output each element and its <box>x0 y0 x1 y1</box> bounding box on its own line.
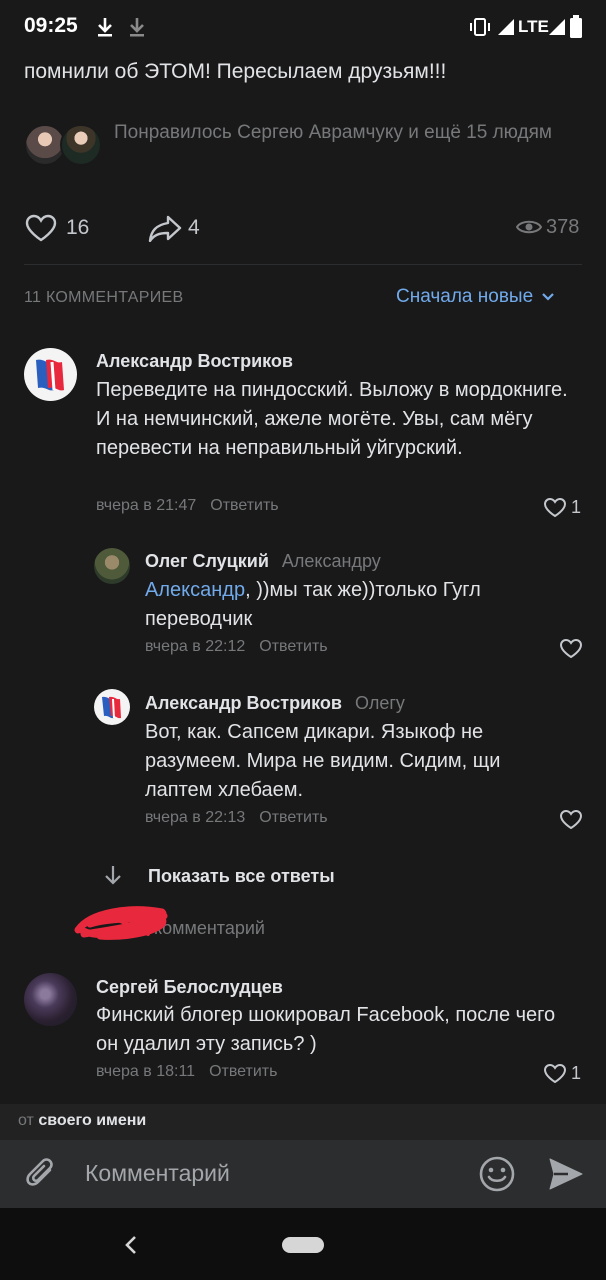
comment-time: вчера в 22:13 <box>145 809 246 826</box>
likes-count: 16 <box>66 216 90 239</box>
comment-time: вчера в 21:47 <box>96 497 197 514</box>
from-prefix: от <box>18 1112 34 1129</box>
signal-icon <box>498 19 514 35</box>
from-name: своего имени <box>38 1112 147 1129</box>
status-time: 09:25 <box>24 14 78 37</box>
post-as-selector[interactable]: от своего имени <box>18 1112 146 1130</box>
home-pill[interactable] <box>282 1237 324 1253</box>
mention-link[interactable]: Александр <box>145 579 245 601</box>
comment-text: Переведите на пиндосский. Выложу в мордо… <box>96 379 568 459</box>
shares-count: 4 <box>188 216 200 239</box>
heart-icon[interactable] <box>559 809 583 830</box>
comment-text: Вот, как. Сапсем дикари. Языкоф не разум… <box>145 721 501 801</box>
comment-input[interactable]: Комментарий <box>85 1160 230 1187</box>
liked-by-text[interactable]: Понравилось Сергею Аврамчуку и ещё 15 лю… <box>114 120 554 145</box>
views-count: 378 <box>546 216 580 238</box>
comment-time: вчера в 18:11 <box>96 1063 196 1080</box>
heart-icon[interactable] <box>543 1063 567 1084</box>
comment-author-line: Олег Слуцкий Александру <box>145 551 381 572</box>
comment-likes-count: 1 <box>571 497 582 517</box>
comment-author[interactable]: Александр Востриков <box>96 351 293 372</box>
red-scribble <box>74 906 168 940</box>
arrow-down-icon <box>105 866 121 885</box>
reply-button[interactable]: Ответить <box>209 1063 277 1080</box>
avatar[interactable] <box>94 548 130 584</box>
comment-author[interactable]: Сергей Белослудцев <box>96 977 283 998</box>
reply-to[interactable]: Олегу <box>355 693 405 713</box>
send-icon[interactable] <box>548 1157 584 1191</box>
comment-text: Александр, ))мы так же))только Гугл пере… <box>145 576 555 634</box>
reply-button[interactable]: Ответить <box>259 638 327 655</box>
heart-icon[interactable] <box>543 497 567 518</box>
comment-meta: вчера в 22:13 Ответить <box>145 809 328 827</box>
comment-author-line: Александр Востриков Олегу <box>145 693 405 714</box>
reply-to[interactable]: Александру <box>282 551 381 571</box>
divider <box>24 264 582 265</box>
comment-meta: вчера в 22:12 Ответить <box>145 638 328 656</box>
chevron-down-icon <box>542 293 554 301</box>
signal-icon <box>549 19 565 35</box>
comment-time: вчера в 22:12 <box>145 638 246 655</box>
heart-icon[interactable] <box>25 214 57 242</box>
flag-avatar-image <box>36 359 64 391</box>
battery-icon <box>570 15 582 38</box>
vibrate-icon <box>470 18 490 36</box>
heart-icon[interactable] <box>559 638 583 659</box>
avatar[interactable] <box>60 124 102 166</box>
comment-author[interactable]: Александр Востриков <box>145 693 342 713</box>
avatar[interactable] <box>94 689 130 725</box>
network-type: LTE <box>518 17 549 36</box>
avatar[interactable] <box>24 973 77 1026</box>
back-icon[interactable] <box>124 1235 138 1255</box>
comment-meta: вчера в 21:47 Ответить <box>96 497 279 515</box>
share-icon[interactable] <box>148 214 182 242</box>
avatar[interactable] <box>24 348 77 401</box>
reply-button[interactable]: Ответить <box>210 497 278 514</box>
attach-icon[interactable] <box>24 1156 60 1192</box>
comment-author[interactable]: Олег Слуцкий <box>145 551 269 571</box>
flag-avatar-image <box>102 696 121 719</box>
emoji-icon[interactable] <box>478 1155 516 1193</box>
post-text: помнили об ЭТОМ! Пересылаем друзьям!!! <box>24 60 447 83</box>
sort-dropdown[interactable]: Сначала новые <box>396 286 555 308</box>
comment-likes-count: 1 <box>571 1063 582 1083</box>
comments-count: 11 КОММЕНТАРИЕВ <box>24 289 184 306</box>
sort-label: Сначала новые <box>396 286 534 307</box>
eye-icon <box>516 220 542 234</box>
reply-button[interactable]: Ответить <box>259 809 327 826</box>
download-icon <box>130 18 144 37</box>
comment-meta: вчера в 18:11 Ответить <box>96 1063 277 1081</box>
show-all-replies-button[interactable]: Показать все ответы <box>148 866 335 887</box>
download-icon <box>98 18 112 37</box>
comment-text: Финский блогер шокировал Facebook, после… <box>96 1004 556 1055</box>
